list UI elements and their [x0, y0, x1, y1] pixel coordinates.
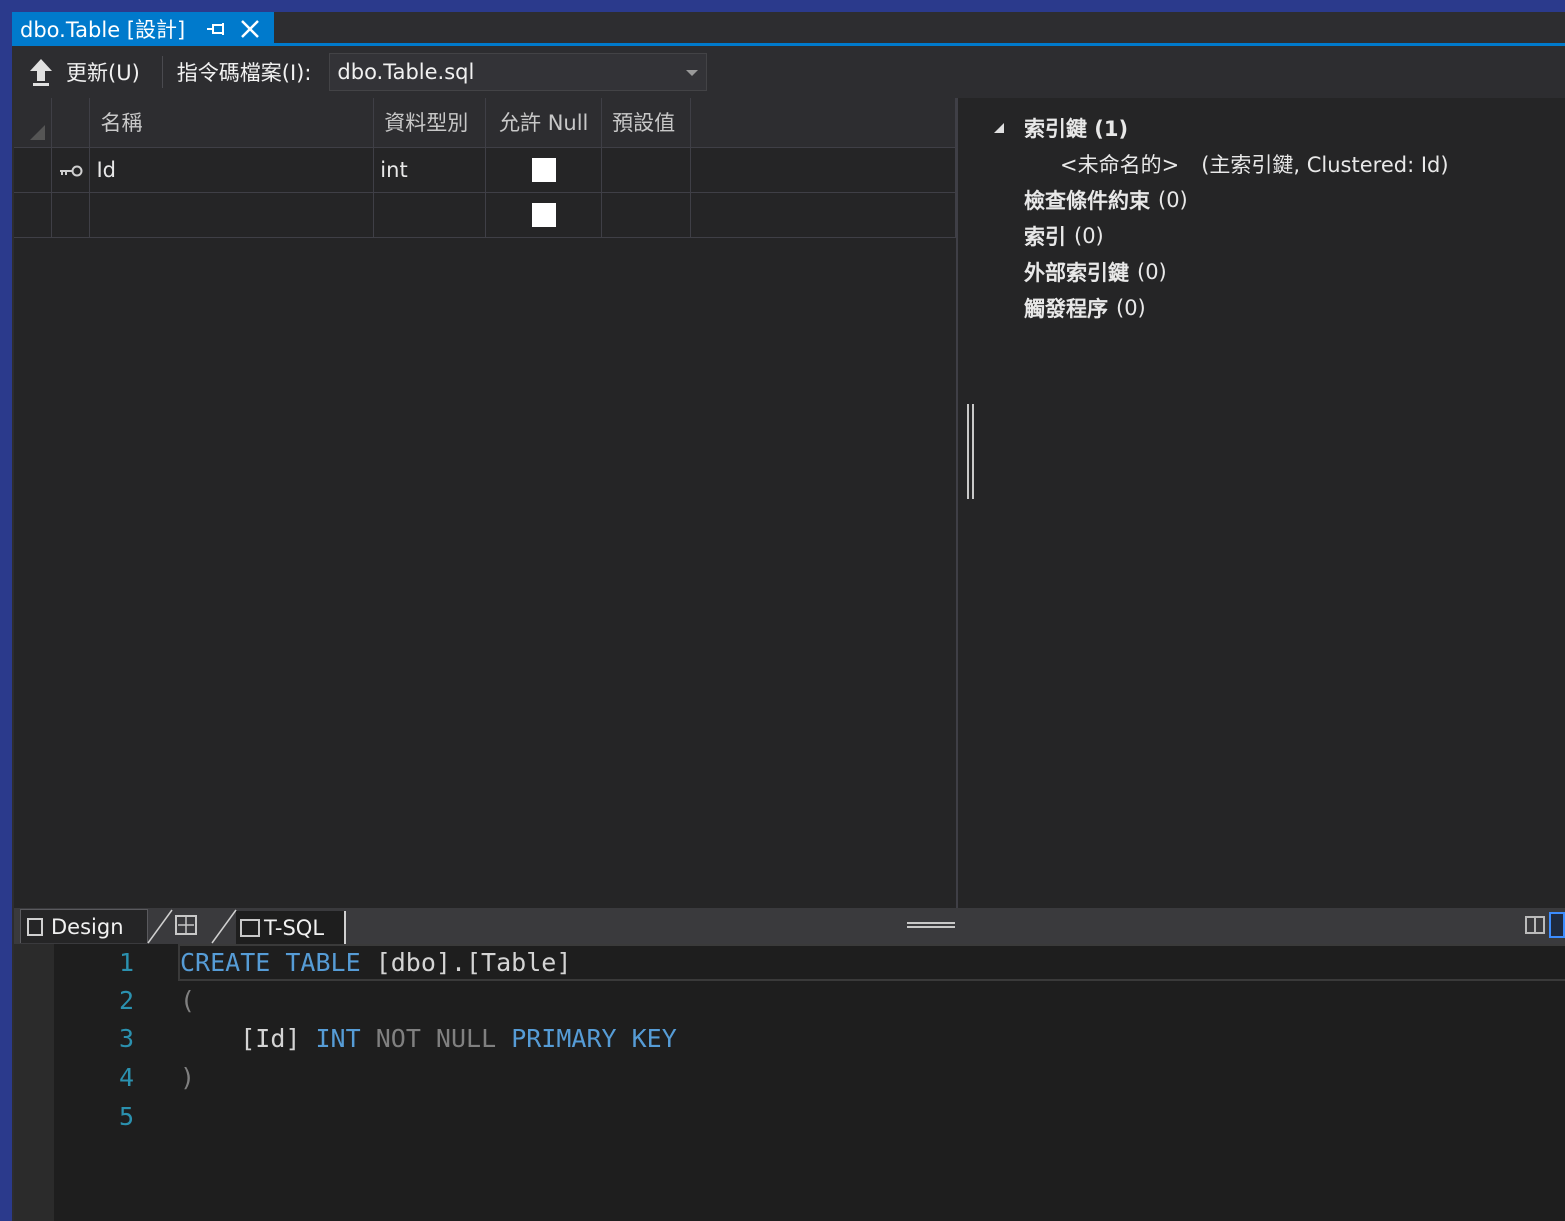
cell-name[interactable] [89, 192, 375, 238]
code-line-3: [Id] INT NOT NULL PRIMARY KEY [240, 1024, 677, 1053]
key-icon [59, 165, 83, 176]
update-button-label: 更新(U) [66, 61, 140, 85]
column-header-filler [690, 98, 956, 148]
cell-default[interactable] [601, 192, 692, 238]
column-header-default[interactable]: 預設值 [601, 98, 692, 148]
table-properties-tree: 索引鍵 (1) <未命名的> (主索引鍵, Clustered: Id) 檢查條… [958, 98, 1565, 908]
row-selector[interactable] [14, 192, 53, 238]
cell-name[interactable]: Id [89, 147, 375, 193]
document-tab-title: dbo.Table [設計] [20, 18, 186, 42]
line-number: 1 [118, 948, 134, 977]
update-button[interactable]: 更新(U) [28, 52, 150, 92]
horizontal-split-icon[interactable] [1549, 912, 1565, 938]
tab-design[interactable]: Design [20, 909, 148, 943]
cell-filler [690, 192, 956, 238]
code-line-2: ( [180, 986, 196, 1015]
tsql-code-editor[interactable]: 1 2 3 4 5 CREATE TABLE [dbo].[Table] ( [… [14, 944, 1565, 1221]
designer-toolbar: 更新(U) 指令碼檔案(I): dbo.Table.sql [12, 46, 1565, 98]
column-design-grid: 名稱 資料型別 允許 Null 預設值 Id int [14, 98, 956, 908]
editor-margin [14, 944, 54, 1221]
code-line-1: CREATE TABLE [dbo].[Table] [180, 948, 572, 977]
line-number: 2 [118, 986, 134, 1015]
script-file-value: dbo.Table.sql [337, 60, 475, 84]
chevron-down-icon [686, 70, 699, 76]
grid-header-row: 名稱 資料型別 允許 Null 預設值 [14, 98, 956, 148]
vertical-resize-grip[interactable] [967, 404, 975, 499]
tab-tsql[interactable]: T-SQL [236, 911, 346, 944]
cell-allow-null[interactable] [485, 147, 603, 193]
horizontal-resize-grip[interactable] [907, 922, 955, 928]
view-tab-strip: Design T-SQL [14, 908, 1565, 944]
swap-panes-icon[interactable] [174, 913, 198, 942]
row-selector[interactable] [14, 147, 53, 193]
line-number: 5 [118, 1102, 134, 1131]
column-header-name[interactable]: 名稱 [89, 98, 375, 148]
window-frame-top [0, 0, 1565, 12]
allow-null-checkbox[interactable] [531, 203, 556, 227]
tree-item-primary-key[interactable]: <未命名的> (主索引鍵, Clustered: Id) [1060, 147, 1449, 181]
table-row[interactable] [14, 192, 956, 238]
primary-key-cell [51, 147, 91, 193]
toolbar-separator [161, 56, 163, 88]
upload-arrow-icon [30, 59, 52, 86]
line-number: 3 [118, 1024, 134, 1053]
expand-triangle-icon[interactable] [994, 123, 1004, 133]
primary-key-cell [51, 192, 91, 238]
row-indicator-header [51, 98, 91, 148]
column-header-allow-null[interactable]: 允許 Null [485, 98, 603, 148]
table-row[interactable]: Id int [14, 147, 956, 193]
cell-default[interactable] [601, 147, 692, 193]
document-tab[interactable]: dbo.Table [設計] [12, 12, 274, 46]
cell-filler [690, 147, 956, 193]
design-view-icon [27, 917, 43, 936]
tree-item-triggers[interactable]: 觸發程序 (0) [1024, 291, 1146, 325]
column-header-type[interactable]: 資料型別 [373, 98, 487, 148]
cell-allow-null[interactable] [485, 192, 603, 238]
allow-null-checkbox[interactable] [531, 158, 556, 182]
window-frame-left [0, 0, 12, 1221]
cell-type[interactable] [373, 192, 487, 238]
vertical-split-icon[interactable] [1525, 916, 1545, 934]
tree-item-keys[interactable]: 索引鍵 (1) [1024, 111, 1128, 145]
tsql-view-icon [240, 918, 260, 937]
tree-item-check-constraints[interactable]: 檢查條件約束 (0) [1024, 183, 1188, 217]
code-line-4: ) [180, 1063, 196, 1092]
tree-item-indexes[interactable]: 索引 (0) [1024, 219, 1104, 253]
line-number: 4 [118, 1063, 134, 1092]
script-file-dropdown[interactable]: dbo.Table.sql [329, 53, 708, 91]
cell-type[interactable]: int [373, 147, 487, 193]
script-file-label: 指令碼檔案(I): [176, 61, 312, 85]
tree-item-foreign-keys[interactable]: 外部索引鍵 (0) [1024, 255, 1167, 289]
pin-icon[interactable] [207, 19, 227, 39]
close-icon[interactable] [239, 18, 261, 40]
grid-corner[interactable] [14, 98, 53, 148]
select-all-icon [30, 124, 45, 140]
